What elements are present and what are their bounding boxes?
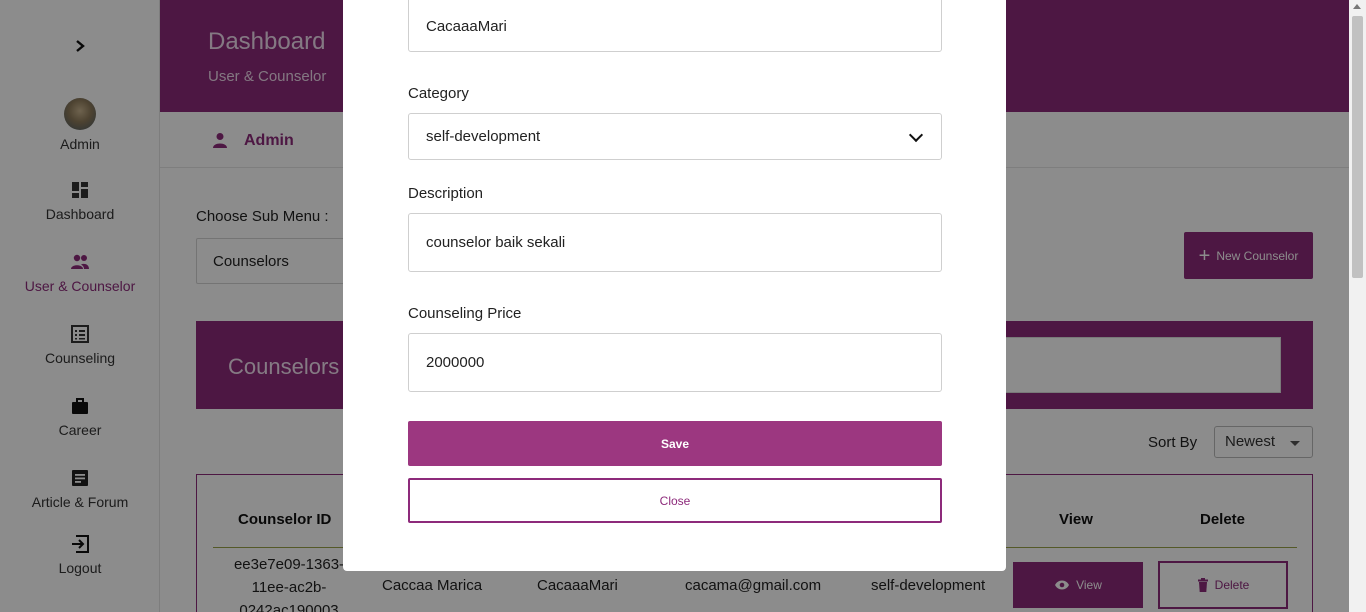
close-button[interactable]: Close xyxy=(408,478,942,523)
category-value: self-development xyxy=(426,128,541,145)
scrollbar-thumb[interactable] xyxy=(1352,16,1363,278)
price-label: Counseling Price xyxy=(408,305,522,322)
description-field[interactable]: counselor baik sekali xyxy=(408,213,942,272)
description-label: Description xyxy=(408,185,484,202)
category-select[interactable]: self-development xyxy=(408,113,942,160)
price-value: 2000000 xyxy=(426,354,485,371)
scroll-up-arrow-icon[interactable] xyxy=(1353,4,1361,9)
username-value: CacaaaMari xyxy=(426,17,507,35)
chevron-down-icon xyxy=(908,127,924,143)
page-scrollbar[interactable] xyxy=(1349,0,1366,612)
category-label: Category xyxy=(408,85,469,102)
save-button[interactable]: Save xyxy=(408,421,942,466)
username-field[interactable]: CacaaaMari xyxy=(408,0,942,52)
price-field[interactable]: 2000000 xyxy=(408,333,942,392)
description-value: counselor baik sekali xyxy=(426,234,566,251)
edit-counselor-modal: CacaaaMari Category self-development Des… xyxy=(343,0,1006,571)
